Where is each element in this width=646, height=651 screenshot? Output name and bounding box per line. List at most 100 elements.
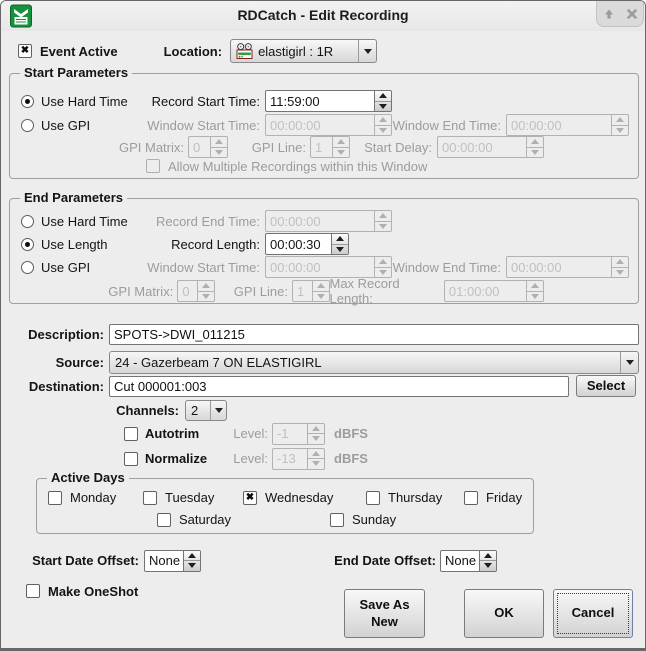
source-combobox[interactable]: 24 - Gazerbeam 7 ON ELASTIGIRL (109, 351, 639, 374)
day-checkbox-sunday[interactable]: Sunday (330, 512, 396, 527)
start-gpi-matrix-value: 0 (189, 137, 210, 157)
autotrim-checkbox[interactable] (124, 427, 138, 441)
close-button[interactable] (625, 7, 639, 21)
checkbox-icon (330, 513, 344, 527)
select-button[interactable]: Select (576, 375, 636, 397)
end-use-gpi-label: Use GPI (41, 260, 90, 275)
start-gpi-line-value: 1 (311, 137, 332, 157)
end-window-start-time-label: Window Start Time: (146, 260, 260, 275)
channels-combobox[interactable]: 2 (185, 400, 227, 421)
start-gpi-window-row: Use GPI Window Start Time: 00:00:00 Wind… (21, 114, 629, 136)
radio-icon (21, 261, 34, 274)
titlebar[interactable]: RDCatch - Edit Recording (1, 1, 645, 31)
end-gpi-settings-row: GPI Matrix: 0 GPI Line: 1 Max Record Len… (21, 281, 544, 301)
spin-down-icon (612, 126, 628, 136)
spinner-buttons[interactable] (374, 91, 391, 111)
record-end-time-spinbox: 00:00:00 (265, 210, 392, 232)
start-window-start-time-spinbox: 00:00:00 (265, 114, 392, 136)
destination-input[interactable] (109, 376, 569, 397)
spinner-buttons (312, 281, 329, 301)
spin-down-icon (375, 222, 391, 232)
end-date-offset-label: End Date Offset: (201, 553, 436, 568)
destination-label: Destination: (1, 379, 104, 394)
spinner-buttons (374, 115, 391, 135)
spin-down-icon (184, 561, 200, 571)
start-hard-time-row: Use Hard Time Record Start Time: 11:59:0… (21, 90, 392, 112)
location-combobox[interactable]: elastigirl : 1R (230, 39, 377, 63)
end-use-hard-time-radio[interactable]: Use Hard Time (21, 214, 146, 229)
start-date-offset-spinbox[interactable]: None (144, 550, 201, 572)
spinner-buttons (210, 137, 227, 157)
spin-up-icon (308, 449, 324, 460)
spin-up-icon (527, 281, 543, 292)
record-start-time-spinbox[interactable]: 11:59:00 (265, 90, 392, 112)
close-icon (626, 8, 638, 20)
spin-up-icon (313, 281, 329, 292)
spinner-buttons[interactable] (183, 551, 200, 571)
day-checkbox-tuesday[interactable]: Tuesday (143, 490, 214, 505)
max-record-length-label: Max Record Length: (330, 276, 439, 306)
normalize-row: Normalize Level: -13 dBFS (124, 449, 368, 468)
make-oneshot-checkbox[interactable] (26, 584, 40, 598)
spin-down-icon (313, 292, 329, 302)
header-row: ✖ Event Active Location: elastigirl : 1R (18, 39, 377, 63)
day-label: Thursday (388, 490, 442, 505)
end-date-offset-value: None (441, 551, 479, 571)
end-use-gpi-radio[interactable]: Use GPI (21, 260, 146, 275)
day-checkbox-monday[interactable]: Monday (48, 490, 116, 505)
spinner-buttons (332, 137, 349, 157)
checkbox-icon (464, 491, 478, 505)
spinner-buttons[interactable] (479, 551, 496, 571)
spin-down-icon (375, 102, 391, 112)
end-gpi-window-row: Use GPI Window Start Time: 00:00:00 Wind… (21, 256, 629, 278)
ok-button[interactable]: OK (464, 589, 544, 638)
use-length-row: Use Length Record Length: 00:00:30 (21, 233, 349, 255)
day-checkbox-wednesday[interactable]: ✖Wednesday (243, 490, 333, 505)
end-gpi-matrix-spinbox: 0 (177, 280, 215, 302)
start-gpi-settings-row: GPI Matrix: 0 GPI Line: 1 Start Delay: 0… (21, 137, 544, 157)
spinner-buttons (197, 281, 214, 301)
spin-down-icon (198, 292, 214, 302)
autotrim-label: Autotrim (145, 426, 217, 441)
spin-down-icon (527, 292, 543, 302)
shade-button[interactable] (602, 7, 616, 21)
spinner-buttons (307, 449, 324, 469)
start-use-gpi-radio[interactable]: Use GPI (21, 118, 146, 133)
day-checkbox-saturday[interactable]: Saturday (157, 512, 231, 527)
use-hard-time-label: Use Hard Time (41, 94, 128, 109)
normalize-checkbox[interactable] (124, 452, 138, 466)
end-date-offset-spinbox[interactable]: None (440, 550, 497, 572)
checkbox-icon (366, 491, 380, 505)
rdcatch-edit-recording-dialog: RDCatch - Edit Recording Start Parameter… (0, 0, 646, 651)
radio-icon (21, 119, 34, 132)
autotrim-unit-label: dBFS (334, 426, 368, 441)
start-use-gpi-label: Use GPI (41, 118, 90, 133)
description-input[interactable] (109, 324, 639, 345)
spin-up-icon (332, 234, 348, 245)
spin-down-icon (612, 268, 628, 278)
day-checkbox-thursday[interactable]: Thursday (366, 490, 442, 505)
record-length-value: 00:00:30 (266, 234, 331, 254)
end-gpi-line-spinbox: 1 (292, 280, 330, 302)
end-gpi-line-value: 1 (293, 281, 312, 301)
end-gpi-matrix-value: 0 (178, 281, 197, 301)
spin-down-icon (480, 561, 496, 571)
normalize-level-spinbox: -13 (272, 448, 325, 470)
spinner-buttons (526, 137, 543, 157)
record-length-spinbox[interactable]: 00:00:30 (265, 233, 349, 255)
cancel-button[interactable]: Cancel (553, 589, 633, 638)
normalize-level-value: -13 (273, 449, 307, 469)
description-label: Description: (1, 327, 104, 342)
spin-down-icon (308, 434, 324, 444)
use-hard-time-radio[interactable]: Use Hard Time (21, 94, 146, 109)
spin-up-icon (198, 281, 214, 292)
use-length-radio[interactable]: Use Length (21, 237, 146, 252)
spinner-buttons[interactable] (331, 234, 348, 254)
radio-icon (21, 238, 34, 251)
day-label: Sunday (352, 512, 396, 527)
day-checkbox-friday[interactable]: Friday (464, 490, 522, 505)
start-gpi-line-label: GPI Line: (232, 140, 306, 155)
save-as-new-button[interactable]: Save As New (344, 589, 425, 638)
channels-value: 2 (191, 403, 198, 418)
event-active-checkbox[interactable]: ✖ (18, 44, 32, 58)
